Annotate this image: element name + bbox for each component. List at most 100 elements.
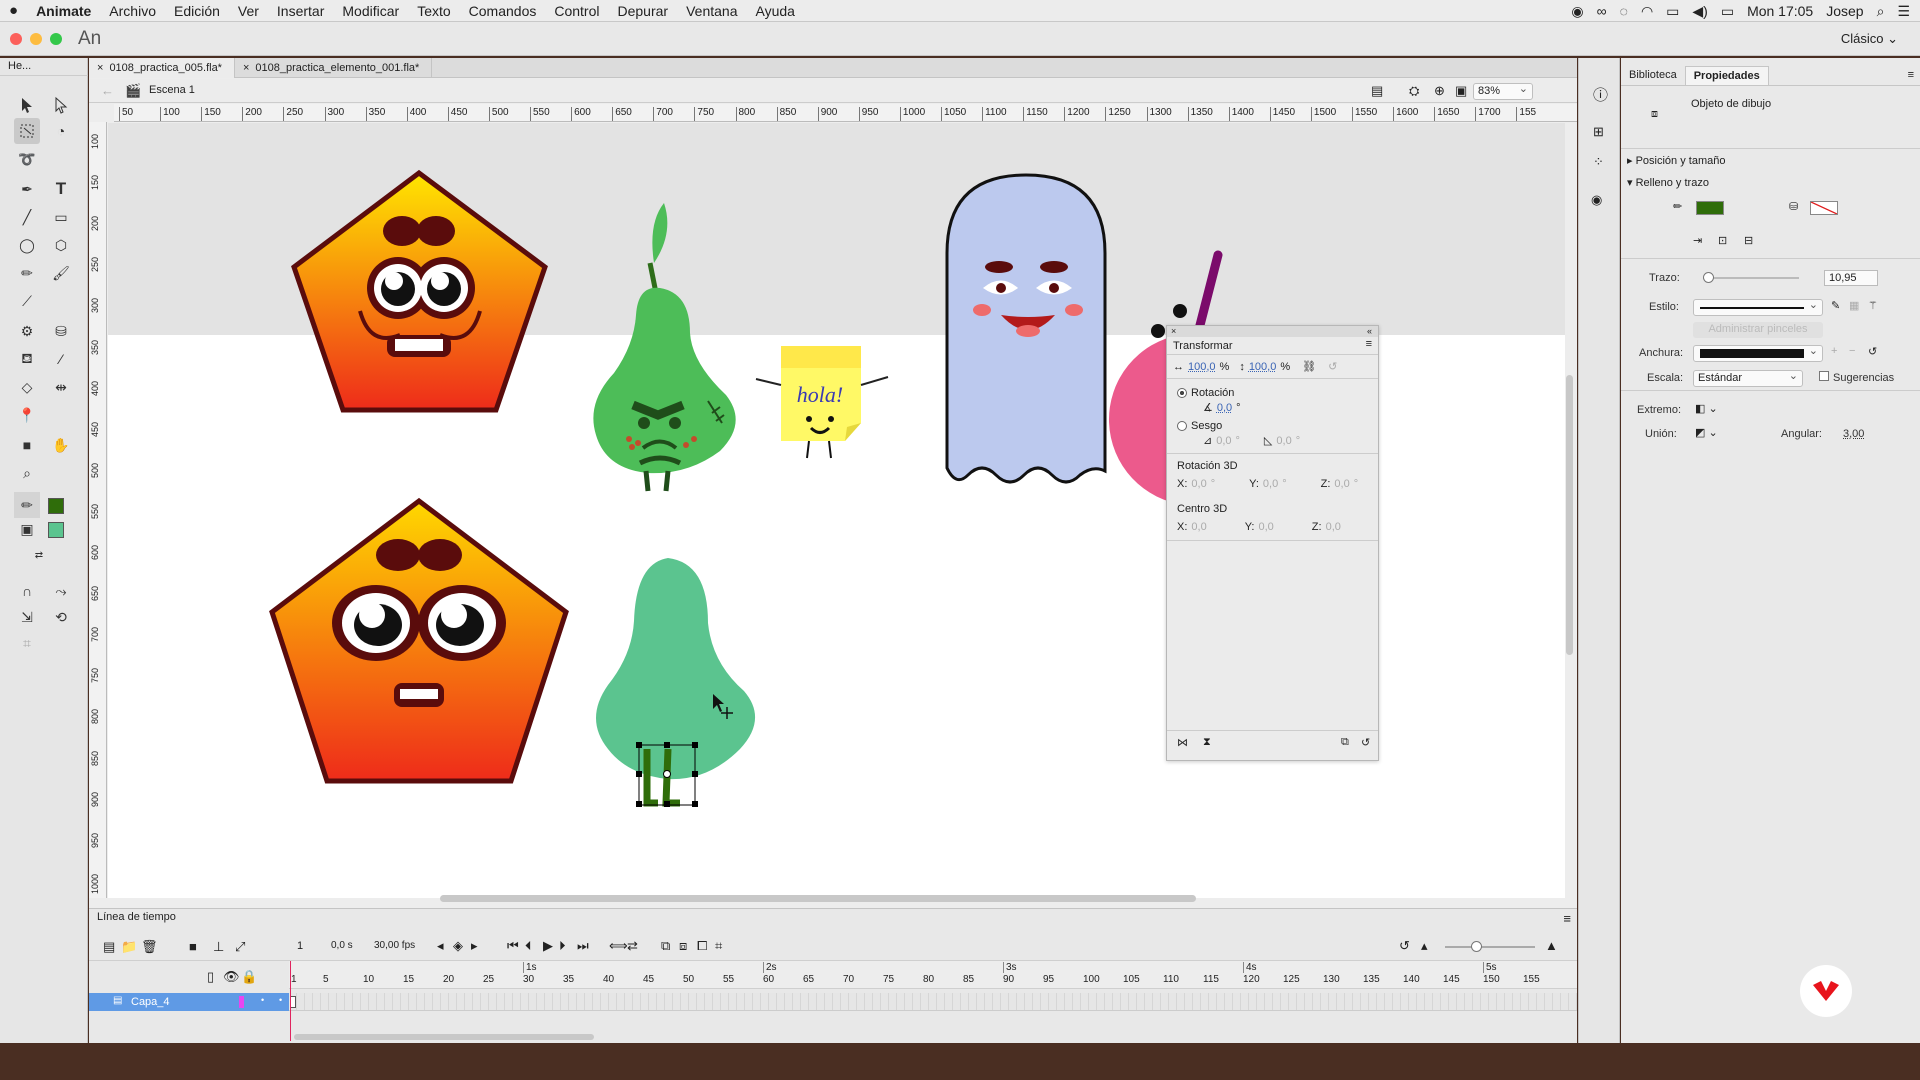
oval-tool-icon[interactable]: ◯ [14, 232, 40, 258]
width-tool-icon[interactable]: ⇹ [48, 374, 74, 400]
creative-cloud-icon[interactable]: ∞ [1597, 3, 1607, 19]
menu-ayuda[interactable]: Ayuda [746, 3, 803, 19]
delete-layer-icon[interactable]: 🗑 [141, 939, 158, 955]
flip-horizontal-icon[interactable]: ⋈ [1177, 736, 1188, 749]
menu-texto[interactable]: Texto [408, 3, 459, 19]
notification-icon[interactable]: ☰ [1897, 3, 1910, 20]
stroke-width-input[interactable]: 10,95 [1824, 270, 1878, 286]
panel-menu-icon[interactable]: ≡ [1366, 338, 1372, 350]
edit-multiple-icon[interactable]: ⧠ [697, 938, 707, 954]
wifi-icon[interactable]: ◠ [1641, 3, 1653, 20]
show-all-eye-icon[interactable]: 👁 [223, 969, 240, 985]
onion-range-icon[interactable]: ⌗ [715, 938, 722, 954]
bone-tool-icon[interactable]: ⚙ [14, 318, 40, 344]
pear-shape-selected[interactable] [596, 558, 756, 807]
lock-all-icon[interactable]: 🔒 [241, 969, 257, 985]
layer-row[interactable]: ▤ Capa_4 • • [89, 993, 1577, 1011]
stroke-color-swatch[interactable] [48, 498, 64, 514]
last-frame-icon[interactable]: ⏭ [577, 938, 589, 954]
close-window-icon[interactable] [10, 33, 22, 45]
stroke-slider-thumb[interactable] [1703, 272, 1714, 283]
prev-keyframe-icon[interactable]: ◂ [437, 938, 444, 954]
info-icon[interactable]: ⓘ [1593, 84, 1608, 105]
tab-practica-005[interactable]: × 0108_practica_005.fla* [89, 58, 235, 78]
edit-style-pencil-icon[interactable]: ✎ [1831, 299, 1840, 312]
rotate-skew-icon[interactable]: ⟲ [48, 604, 74, 630]
stroke-style-select[interactable] [1693, 298, 1823, 316]
rectangle-tool-icon[interactable]: ▭ [48, 204, 74, 230]
timeline-zoom-thumb[interactable] [1471, 941, 1482, 952]
scale-height-value[interactable]: 100,0 [1249, 361, 1277, 373]
rot3d-z-value[interactable]: 0,0 [1334, 478, 1349, 490]
reset-zoom-icon[interactable]: ↺ [1399, 938, 1410, 954]
onion-skin-icon[interactable]: ⧉ [661, 938, 670, 954]
menu-modificar[interactable]: Modificar [333, 3, 408, 19]
menu-ver[interactable]: Ver [229, 3, 268, 19]
zoom-window-icon[interactable] [50, 33, 62, 45]
fill-color-swatch[interactable] [48, 522, 64, 538]
edit-symbols-icon[interactable]: ▤ [1371, 83, 1383, 99]
record-icon[interactable]: ◉ [1571, 3, 1583, 20]
menu-depurar[interactable]: Depurar [609, 3, 678, 19]
clip-icon[interactable]: ⛭ [1409, 83, 1419, 99]
tab-close-icon[interactable]: × [97, 62, 103, 74]
section-fill-stroke[interactable]: ▾ Relleno y trazo [1627, 176, 1709, 189]
panel-close-icon[interactable]: × [1171, 326, 1176, 336]
stage-frame-icon[interactable]: ▣ [1455, 83, 1467, 99]
new-folder-icon[interactable]: 📁 [121, 939, 137, 955]
layer-color-marker[interactable] [239, 996, 244, 1008]
first-frame-icon[interactable]: ⏮ [507, 938, 519, 954]
fill-color-icon[interactable]: ▣ [14, 516, 40, 542]
section-position-size[interactable]: ▸ Posición y tamaño [1627, 154, 1725, 167]
horizontal-scrollbar[interactable] [440, 895, 1196, 902]
onion-outline-icon[interactable]: ⧈ [679, 938, 687, 954]
step-forward-icon[interactable]: ⏵ [559, 938, 566, 954]
playhead[interactable] [290, 961, 291, 1041]
join-style-dropdown[interactable]: ◩ ⌄ [1695, 426, 1718, 439]
tab-practica-elemento[interactable]: × 0108_practica_elemento_001.fla* [235, 58, 433, 78]
next-keyframe-icon[interactable]: ▸ [471, 938, 478, 954]
minimize-window-icon[interactable] [30, 33, 42, 45]
frame-ruler[interactable]: 1 5 10 15 20 25 30 35 40 45 50 55 60 65 70 75 80 85 90 95 10… [289, 961, 1577, 989]
cc-libraries-icon[interactable]: ◉ [1591, 192, 1602, 208]
reset-width-icon[interactable]: ↺ [1868, 345, 1877, 358]
hand-tool-icon[interactable]: ✋ [48, 432, 74, 458]
line-tool-icon[interactable]: ╱ [14, 204, 40, 230]
panel-collapse-icon[interactable]: « [1367, 326, 1372, 336]
skew-horizontal-value[interactable]: 0,0 [1216, 435, 1231, 447]
color-icon[interactable]: ⁘ [1593, 154, 1604, 170]
zoom-tool-icon[interactable]: ⌕ [14, 460, 40, 486]
subselection-tool-icon[interactable] [48, 92, 74, 118]
lasso-tool-icon[interactable]: ➰ [14, 146, 40, 172]
scale-width-value[interactable]: 100,0 [1188, 361, 1216, 373]
back-arrow-icon[interactable]: ← [101, 83, 114, 98]
menu-edicion[interactable]: Edición [165, 3, 229, 19]
layer-name-cell[interactable]: ▤ Capa_4 • • [89, 993, 289, 1011]
layer-depth-icon[interactable]: ⊥ [213, 939, 224, 955]
camera-icon[interactable]: ■ [189, 939, 197, 954]
volume-icon[interactable]: ◀) [1692, 3, 1707, 20]
flip-vertical-icon[interactable]: ⧗ [1203, 736, 1211, 749]
center3d-y-value[interactable]: 0,0 [1259, 521, 1274, 533]
timeline-zoom-slider[interactable] [1445, 946, 1535, 948]
stroke-option-icon-3[interactable]: ⊟ [1744, 234, 1753, 247]
duplicate-transform-icon[interactable]: ⧉ [1341, 736, 1349, 749]
menu-insertar[interactable]: Insertar [268, 3, 333, 19]
outline-all-icon[interactable]: ▯ [207, 969, 214, 985]
text-tool-icon[interactable]: T [48, 176, 74, 202]
smooth-icon[interactable]: ⤳ [48, 578, 74, 604]
pear-character[interactable] [593, 203, 736, 492]
tab-close-icon[interactable]: × [243, 62, 249, 74]
reset-scale-icon[interactable]: ↺ [1328, 360, 1337, 373]
new-layer-icon[interactable]: ▤ [103, 939, 115, 955]
timeline-scrollbar[interactable] [294, 1034, 594, 1040]
user-name[interactable]: Josep [1826, 3, 1863, 19]
constrain-link-icon[interactable]: ⛓ [1302, 360, 1316, 373]
hints-checkbox[interactable] [1819, 371, 1829, 381]
stroke-option-icon-2[interactable]: ⊡ [1718, 234, 1727, 247]
center3d-x-value[interactable]: 0,0 [1191, 521, 1206, 533]
airplay-icon[interactable]: ▭ [1666, 3, 1679, 20]
center3d-z-value[interactable]: 0,0 [1326, 521, 1341, 533]
ink-bottle-tool-icon[interactable]: ⛾ [14, 346, 40, 372]
layer-lock-dot[interactable]: • [279, 995, 282, 1005]
